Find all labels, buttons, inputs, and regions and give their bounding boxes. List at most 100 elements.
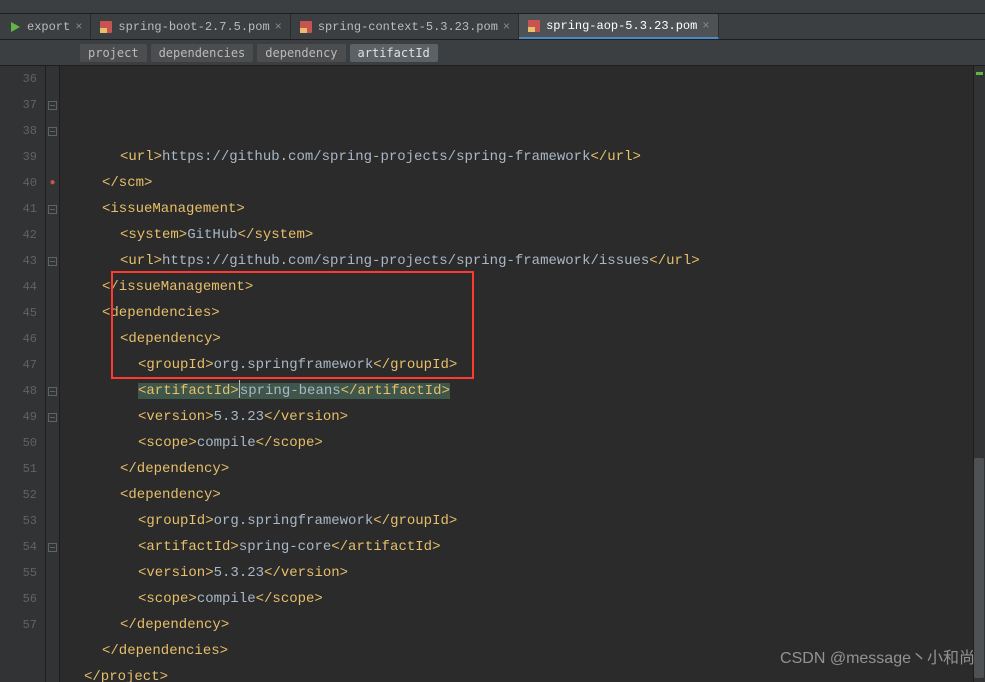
line-number[interactable]: 56 <box>0 586 37 612</box>
line-number[interactable]: 46 <box>0 326 37 352</box>
xml-tag: </url> <box>649 253 699 269</box>
fold-marker <box>46 144 59 170</box>
fold-marker <box>46 612 59 638</box>
xml-tag: </issueManagement> <box>102 279 253 295</box>
fold-marker <box>46 326 59 352</box>
code-content[interactable]: <url>https://github.com/spring-projects/… <box>60 66 985 682</box>
fold-marker <box>46 274 59 300</box>
path-breadcrumb-bar <box>0 0 985 14</box>
line-number[interactable]: 36 <box>0 66 37 92</box>
line-number[interactable]: 47 <box>0 352 37 378</box>
code-line[interactable]: <scope>compile</scope> <box>66 430 985 456</box>
fold-marker <box>46 586 59 612</box>
line-number[interactable]: 43 <box>0 248 37 274</box>
line-number[interactable]: 55 <box>0 560 37 586</box>
xml-tag: <groupId> <box>138 513 214 529</box>
line-number[interactable]: 48 <box>0 378 37 404</box>
editor-tab[interactable]: export× <box>0 14 91 39</box>
xml-tag: </scope> <box>256 435 323 451</box>
line-number[interactable]: 40 <box>0 170 37 196</box>
code-line[interactable]: </project> <box>66 664 985 682</box>
xml-tag: <issueManagement> <box>102 201 245 217</box>
fold-marker: ● <box>46 170 59 196</box>
code-line[interactable]: <issueManagement> <box>66 196 985 222</box>
line-number[interactable]: 51 <box>0 456 37 482</box>
run-config-icon <box>8 20 22 34</box>
xml-tag: </url> <box>591 149 641 165</box>
code-line[interactable]: <dependencies> <box>66 300 985 326</box>
breadcrumb-item[interactable]: dependency <box>257 44 345 62</box>
line-number[interactable]: 45 <box>0 300 37 326</box>
line-number[interactable]: 53 <box>0 508 37 534</box>
line-number-gutter[interactable]: 3637383940414243444546474849505152535455… <box>0 66 46 682</box>
xml-tag: </scm> <box>102 175 152 191</box>
line-number[interactable]: 44 <box>0 274 37 300</box>
editor-tab-bar: export×spring-boot-2.7.5.pom×spring-cont… <box>0 14 985 40</box>
editor-tab[interactable]: spring-context-5.3.23.pom× <box>291 14 519 39</box>
code-line[interactable]: <dependency> <box>66 482 985 508</box>
breadcrumb-item[interactable]: artifactId <box>350 44 438 62</box>
fold-marker[interactable] <box>46 378 59 404</box>
line-number[interactable]: 52 <box>0 482 37 508</box>
fold-marker[interactable] <box>46 248 59 274</box>
code-line[interactable]: <artifactId>spring-core</artifactId> <box>66 534 985 560</box>
code-line[interactable]: </issueManagement> <box>66 274 985 300</box>
close-icon[interactable]: × <box>275 21 282 33</box>
code-line[interactable]: </dependencies> <box>66 638 985 664</box>
breadcrumb-item[interactable]: project <box>80 44 147 62</box>
close-icon[interactable]: × <box>75 21 82 33</box>
breadcrumb-item[interactable]: dependencies <box>151 44 254 62</box>
editor-area[interactable]: 3637383940414243444546474849505152535455… <box>0 66 985 682</box>
code-line[interactable]: </scm> <box>66 170 985 196</box>
fold-marker[interactable] <box>46 534 59 560</box>
fold-marker[interactable] <box>46 404 59 430</box>
code-line[interactable]: <url>https://github.com/spring-projects/… <box>66 144 985 170</box>
line-number[interactable]: 50 <box>0 430 37 456</box>
code-line[interactable]: <scope>compile</scope> <box>66 586 985 612</box>
fold-marker <box>46 300 59 326</box>
fold-marker[interactable] <box>46 196 59 222</box>
close-icon[interactable]: × <box>503 21 510 33</box>
code-line[interactable]: <dependency> <box>66 326 985 352</box>
code-line[interactable]: <groupId>org.springframework</groupId> <box>66 508 985 534</box>
code-line[interactable]: </dependency> <box>66 456 985 482</box>
close-icon[interactable]: × <box>702 20 709 32</box>
xml-tag: </artifactId> <box>341 383 450 399</box>
fold-gutter[interactable]: ● <box>46 66 60 682</box>
xml-text: spring-core <box>239 539 331 555</box>
xml-text: 5.3.23 <box>214 409 264 425</box>
line-number[interactable]: 37 <box>0 92 37 118</box>
scrollbar-thumb[interactable] <box>974 458 984 678</box>
line-number[interactable]: 39 <box>0 144 37 170</box>
xml-tag: <scope> <box>138 435 197 451</box>
code-line[interactable]: <artifactId>spring-beans</artifactId> <box>66 378 985 404</box>
line-number[interactable]: 57 <box>0 612 37 638</box>
xml-tag: <system> <box>120 227 187 243</box>
editor-tab[interactable]: spring-aop-5.3.23.pom × <box>519 14 718 39</box>
code-line[interactable]: </dependency> <box>66 612 985 638</box>
code-line[interactable]: <groupId>org.springframework</groupId> <box>66 352 985 378</box>
xml-text: GitHub <box>187 227 237 243</box>
fold-marker[interactable] <box>46 92 59 118</box>
xml-tag: <dependency> <box>120 487 221 503</box>
xml-tag: </groupId> <box>373 357 457 373</box>
line-number[interactable]: 49 <box>0 404 37 430</box>
editor-tab[interactable]: spring-boot-2.7.5.pom× <box>91 14 290 39</box>
xml-tag: <dependencies> <box>102 305 220 321</box>
xml-file-icon <box>527 19 541 33</box>
xml-tag: <url> <box>120 149 162 165</box>
fold-marker[interactable] <box>46 118 59 144</box>
error-stripe[interactable] <box>973 66 985 682</box>
line-number[interactable]: 41 <box>0 196 37 222</box>
line-number[interactable]: 42 <box>0 222 37 248</box>
error-stripe-mark[interactable] <box>976 72 983 75</box>
tab-label: spring-aop-5.3.23.pom <box>546 19 697 33</box>
code-line[interactable]: <system>GitHub</system> <box>66 222 985 248</box>
code-line[interactable]: <url>https://github.com/spring-projects/… <box>66 248 985 274</box>
code-line[interactable]: <version>5.3.23</version> <box>66 560 985 586</box>
xml-tag: <version> <box>138 565 214 581</box>
structure-breadcrumb: projectdependenciesdependency artifactId <box>0 40 985 66</box>
line-number[interactable]: 54 <box>0 534 37 560</box>
line-number[interactable]: 38 <box>0 118 37 144</box>
code-line[interactable]: <version>5.3.23</version> <box>66 404 985 430</box>
